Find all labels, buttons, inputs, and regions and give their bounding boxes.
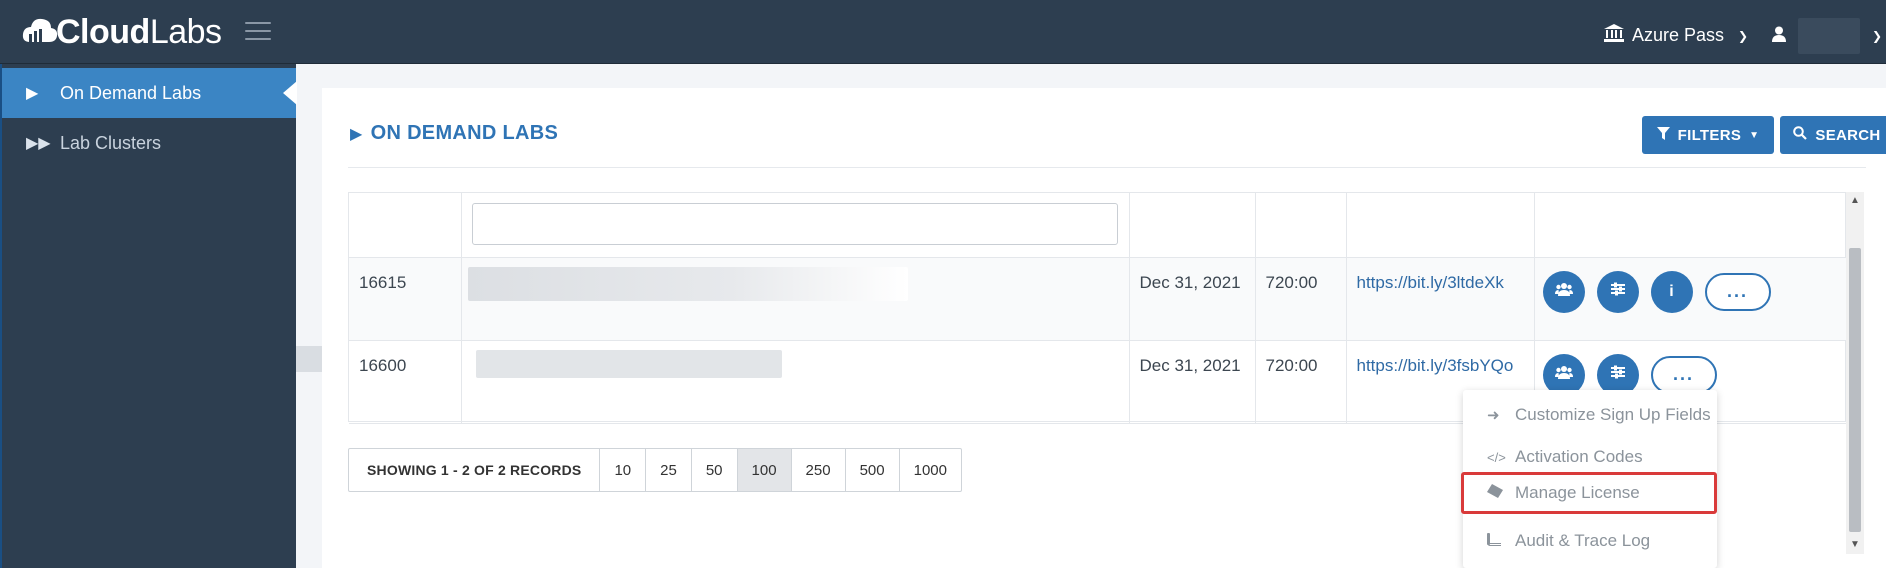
users-icon (1554, 365, 1573, 384)
logo-wordmark: CloudLabs (56, 12, 222, 51)
chevron-down-icon: ▼ (1749, 129, 1760, 141)
sidebar-item-lab-clusters[interactable]: ▶▶ Lab Clusters (2, 118, 296, 168)
row-duration: 720:00 (1255, 257, 1347, 341)
row-name-redacted (461, 257, 1130, 341)
menu-item-label: Activation Codes (1515, 447, 1643, 466)
top-navbar: CloudLabs Azure Pass ❯ ❯ (0, 0, 1886, 64)
cloudlabs-logo[interactable]: CloudLabs (20, 8, 222, 56)
more-actions-menu: ➜ Customize Sign Up Fields </> Activatio… (1461, 390, 1717, 568)
table-row: 16615 Dec 31, 2021 720:00 https://bit.ly… (349, 257, 1848, 341)
sidebar-item-on-demand-labs[interactable]: ▶ On Demand Labs (2, 68, 297, 118)
menu-toggle-icon[interactable] (245, 22, 271, 42)
sidebar-collapse-handle[interactable] (296, 346, 322, 372)
page-size-1000[interactable]: 1000 (900, 449, 961, 491)
ticket-icon (1487, 484, 1505, 502)
code-icon: </> (1487, 449, 1506, 465)
sidebar-item-label: On Demand Labs (60, 82, 202, 103)
menu-item-label: Audit & Trace Log (1515, 531, 1651, 550)
users-button[interactable] (1542, 270, 1585, 313)
row-link[interactable]: https://bit.ly/3ltdeXk (1357, 273, 1504, 292)
play-icon: ▶ (26, 85, 39, 102)
bank-icon (1604, 24, 1624, 47)
records-summary: SHOWING 1 - 2 OF 2 RECORDS (349, 449, 601, 491)
row-duration: 720:00 (1255, 340, 1347, 424)
play-icon: ▶ (350, 125, 363, 143)
more-actions-button[interactable]: ... (1650, 355, 1717, 394)
page-size-500[interactable]: 500 (846, 449, 900, 491)
scroll-up-arrow-icon[interactable]: ▲ (1846, 192, 1864, 210)
row-link[interactable]: https://bit.ly/3fsbYQo (1357, 356, 1514, 375)
row-name-redacted (461, 340, 1130, 424)
row-id: 16600 (349, 340, 462, 424)
sliders-icon (1610, 282, 1625, 301)
info-icon: i (1669, 282, 1674, 300)
sidebar: ▶ On Demand Labs ▶▶ Lab Clusters (0, 64, 297, 568)
more-actions-button[interactable]: ... (1704, 272, 1771, 311)
info-button[interactable]: i (1650, 270, 1693, 313)
page-size-10[interactable]: 10 (600, 449, 647, 491)
filter-icon (1656, 126, 1670, 144)
row-actions: i ... (1542, 270, 1847, 313)
scrollbar-thumb[interactable] (1849, 248, 1861, 532)
menu-item-label: Customize Sign Up Fields (1515, 405, 1711, 424)
vertical-scrollbar[interactable]: ▲ ▼ (1846, 192, 1864, 554)
filters-button[interactable]: FILTERS ▼ (1642, 116, 1774, 154)
page-size-100[interactable]: 100 (737, 449, 792, 491)
menu-item-label: Manage License (1515, 483, 1640, 502)
chevron-down-icon: ❯ (1738, 28, 1749, 43)
menu-item-manage-license[interactable]: Manage License (1461, 472, 1717, 514)
page-title: ▶ ON DEMAND LABS (350, 122, 558, 145)
sliders-icon (1610, 365, 1625, 384)
search-icon (1793, 126, 1808, 144)
cloud-logo-icon (22, 18, 58, 42)
sidebar-item-label: Lab Clusters (60, 132, 162, 153)
search-label: SEARCH (1815, 126, 1881, 144)
sign-in-icon: ➜ (1487, 407, 1500, 424)
menu-item-customize-sign-up-fields[interactable]: ➜ Customize Sign Up Fields (1463, 394, 1717, 436)
page-size-250[interactable]: 250 (792, 449, 846, 491)
subscription-label: Azure Pass (1632, 25, 1725, 45)
panel-header: ▶ ON DEMAND LABS FILTERS ▼ SEARCH (348, 116, 1886, 168)
pagination: SHOWING 1 - 2 OF 2 RECORDS 10 25 50 100 … (348, 448, 962, 492)
table-filter-row (349, 193, 1848, 258)
user-name-redacted (1798, 18, 1860, 54)
page-size-25[interactable]: 25 (646, 449, 692, 491)
settings-sliders-button[interactable] (1596, 270, 1639, 313)
page-title-text: ON DEMAND LABS (370, 122, 559, 144)
scroll-down-arrow-icon[interactable]: ▼ (1846, 536, 1864, 554)
book-icon (1487, 532, 1505, 550)
filters-label: FILTERS (1677, 126, 1742, 144)
name-filter-input[interactable] (471, 203, 1118, 245)
user-icon (1772, 26, 1786, 47)
row-date: Dec 31, 2021 (1129, 257, 1256, 341)
search-button[interactable]: SEARCH (1780, 116, 1886, 154)
users-icon (1554, 282, 1573, 301)
menu-item-audit-trace-log[interactable]: Audit & Trace Log (1463, 520, 1717, 562)
fast-forward-icon: ▶▶ (26, 135, 51, 152)
user-menu[interactable]: ❯ (1772, 18, 1882, 54)
user-chevron-down-icon: ❯ (1872, 29, 1883, 43)
labs-table: 16615 Dec 31, 2021 720:00 https://bit.ly… (348, 192, 1848, 424)
row-id: 16615 (349, 257, 462, 341)
page-size-50[interactable]: 50 (692, 449, 738, 491)
subscription-dropdown[interactable]: Azure Pass ❯ (1604, 24, 1748, 47)
row-date: Dec 31, 2021 (1129, 340, 1256, 424)
